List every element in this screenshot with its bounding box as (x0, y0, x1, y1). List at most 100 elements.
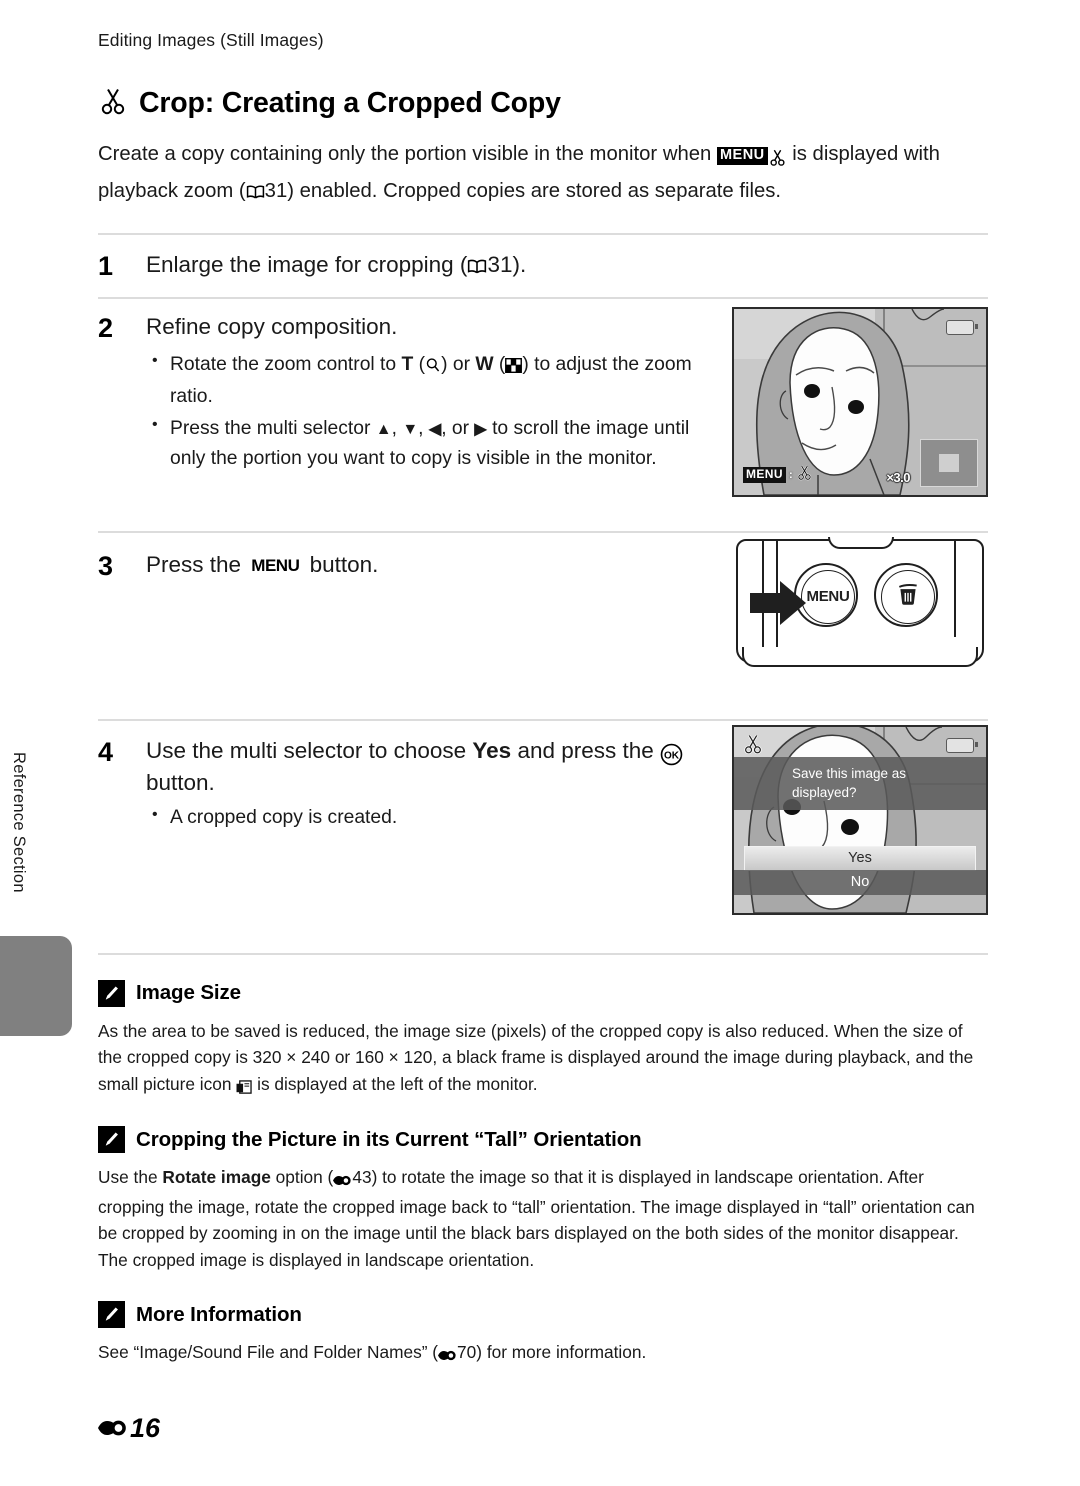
note-more-body: See “Image/Sound File and Folder Names” … (98, 1339, 988, 1368)
intro-text-1: Create a copy containing only the portio… (98, 143, 717, 165)
menu-button-label: MENU (806, 588, 850, 606)
step-4-heading: Use the multi selector to choose Yes and… (146, 737, 706, 798)
battery-icon (946, 319, 978, 335)
battery-icon (946, 737, 978, 753)
page-title-text: Crop: Creating a Cropped Copy (139, 87, 561, 119)
save-confirmation-monitor: Save this image as displayed? Yes No (732, 724, 988, 915)
b2-a: Press the multi selector (170, 418, 376, 440)
trash-can-icon (895, 581, 921, 612)
menu-badge-icon: MENU (247, 555, 304, 577)
zoom-tele-label: T (401, 353, 414, 375)
scissors-icon (742, 733, 764, 760)
zoom-ratio-indicator: ×3.0 (886, 469, 910, 485)
pencil-note-icon (98, 1126, 125, 1154)
arrow-right-icon (750, 592, 782, 613)
note-tall-orientation: Cropping the Picture in its Current “Tal… (98, 1126, 988, 1273)
yes-option-label: Yes (472, 737, 512, 763)
menu-badge-icon: MENU (743, 467, 786, 483)
intro-ref-1: 31 (264, 180, 288, 203)
dialog-yes-option[interactable]: Yes (744, 845, 976, 871)
scissors-crop-icon (98, 86, 128, 121)
note-2-text-b: option ( (270, 1167, 334, 1188)
figure-save-dialog: Save this image as displayed? Yes No (732, 724, 988, 915)
reference-section-label: Reference Section (10, 752, 28, 893)
step-2-number: 2 (98, 312, 114, 343)
page-title: Crop: Creating a Cropped Copy (98, 86, 988, 121)
note-image-size-body: As the area to be saved is reduced, the … (98, 1018, 988, 1100)
crop-preview-box (920, 438, 978, 487)
small-picture-icon (236, 1074, 252, 1100)
b1-c: ) or (441, 353, 476, 375)
step-2-bullets: Rotate the zoom control to T () or W () … (146, 349, 726, 473)
note-1-text-b: is displayed at the left of the monitor. (252, 1073, 538, 1094)
dialog-no-option[interactable]: No (734, 869, 986, 895)
step-2: 2 Refine copy composition. Rotate the zo… (98, 299, 988, 531)
b1-d: ( (493, 353, 506, 375)
note-tall-head: Cropping the Picture in its Current “Tal… (98, 1126, 988, 1154)
figure-playback-zoom: MENU : ×3.0 (732, 306, 988, 497)
figure-camera-back: MENU (732, 533, 988, 673)
step-2-bullet-2: Press the multi selector ▲, ▼, ◀, or ▶ t… (146, 413, 726, 473)
note-2-text-a: Use the (98, 1167, 163, 1188)
e-reference-icon (98, 1413, 128, 1444)
zoom-wide-label: W (475, 353, 494, 375)
step-1-heading: Enlarge the image for cropping ( 31). (146, 251, 988, 283)
camera-rear-buttons: MENU (732, 533, 988, 673)
running-head: Editing Images (Still Images) (98, 30, 324, 50)
step-1-text-b: ). (512, 252, 527, 278)
page-folio: 16 (98, 1413, 160, 1444)
dpad-right-icon: ▶ (474, 421, 487, 439)
note-image-size-title: Image Size (136, 981, 241, 1005)
section-tab (0, 936, 72, 1036)
step-3-text-b: button. (303, 551, 379, 577)
delete-button-inner-ring (881, 569, 935, 624)
b1-b: ( (413, 353, 426, 375)
step-4-note: A cropped copy is created. (146, 803, 706, 833)
note-more-information: More Information See “Image/Sound File a… (98, 1301, 988, 1368)
dialog-message: Save this image as displayed? (734, 756, 986, 811)
arrow-right-head (780, 580, 806, 625)
delete-button[interactable] (874, 562, 938, 627)
note-3-text-a: See “Image/Sound File and Folder Names” … (98, 1342, 439, 1363)
note-3-text-b: ) for more information. (476, 1342, 647, 1363)
e-reference-icon (438, 1342, 457, 1368)
note-tall-title: Cropping the Picture in its Current “Tal… (136, 1127, 642, 1151)
step-3: 3 Press the MENU button. MENU (98, 533, 988, 719)
b1-a: Rotate the zoom control to (170, 353, 402, 375)
step-1-text-a: Enlarge the image for cropping ( (146, 252, 468, 278)
e-reference-icon (333, 1167, 352, 1193)
thumbnail-grid-icon (505, 353, 523, 382)
step-4-text-a: Use the multi selector to choose (146, 737, 473, 763)
camera-bottom-lip (742, 646, 978, 667)
note-2-ref: 43 (352, 1167, 372, 1188)
step-4: 4 Use the multi selector to choose Yes a… (98, 721, 988, 953)
note-more-head: More Information (98, 1301, 988, 1329)
pencil-note-icon (98, 979, 125, 1007)
b2-b: , (391, 418, 403, 440)
svg-text:OK: OK (664, 750, 680, 761)
book-icon (246, 177, 265, 211)
note-3-ref: 70 (457, 1342, 477, 1363)
camera-top-notch (828, 536, 894, 549)
note-image-size: Image Size As the area to be saved is re… (98, 979, 988, 1100)
intro-text-3: ) enabled. Cropped copies are stored as … (287, 180, 782, 203)
magnify-icon (425, 353, 441, 382)
left-rail: Reference Section (0, 0, 90, 1486)
step-2-heading: Refine copy composition. (146, 313, 398, 339)
step-4-number: 4 (98, 736, 114, 767)
note-tall-body: Use the Rotate image option (43) to rota… (98, 1164, 988, 1273)
divider-5 (98, 952, 988, 955)
step-1-number: 1 (98, 251, 114, 282)
step-1-ref: 31 (487, 252, 513, 278)
scissors-icon (768, 140, 787, 174)
rotate-image-option-label: Rotate image (162, 1167, 271, 1188)
dpad-up-icon: ▲ (375, 421, 392, 439)
step-3-number: 3 (98, 550, 114, 581)
step-2-bullet-1: Rotate the zoom control to T () or W () … (146, 349, 726, 412)
pencil-note-icon (98, 1301, 125, 1329)
colon-glyph: : (788, 468, 793, 481)
step-4-text-b: and press the (511, 737, 661, 763)
dpad-down-icon: ▼ (402, 421, 419, 439)
dialog-message-line-2: displayed? (792, 785, 857, 801)
monitor-menu-hint: MENU : (743, 464, 813, 486)
